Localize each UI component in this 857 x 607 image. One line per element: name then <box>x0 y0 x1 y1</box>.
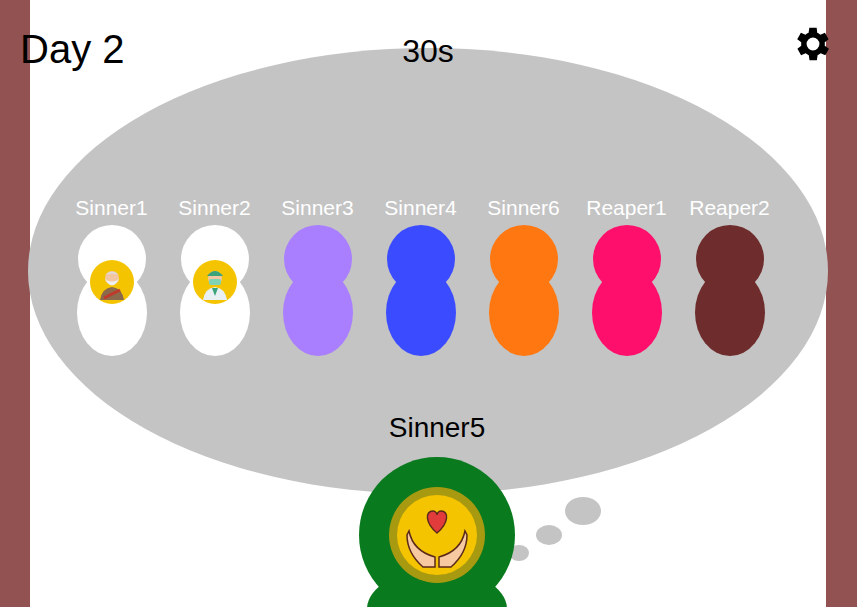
player-name: Sinner6 <box>487 196 559 220</box>
game-screen: Day 2 30s Sinner1 Sinner2 Sinner3 Sinner… <box>0 0 857 607</box>
self-name: Sinner5 <box>337 412 537 444</box>
player-head <box>490 225 558 293</box>
thought-bubble <box>536 525 562 545</box>
player-figure <box>592 225 662 356</box>
timer: 30s <box>378 33 478 69</box>
player[interactable]: Sinner1 <box>60 196 163 356</box>
player-name: Sinner1 <box>75 196 147 220</box>
player[interactable]: Reaper2 <box>678 196 781 356</box>
left-border <box>0 0 30 607</box>
player[interactable]: Sinner3 <box>266 196 369 356</box>
player-figure <box>489 225 559 356</box>
gear-icon[interactable] <box>791 22 835 66</box>
player-name: Sinner2 <box>178 196 250 220</box>
player[interactable]: Sinner6 <box>472 196 575 356</box>
player-figure <box>180 225 250 356</box>
player-row: Sinner1 Sinner2 Sinner3 Sinner4 Sinner6 … <box>60 196 781 356</box>
player[interactable]: Sinner2 <box>163 196 266 356</box>
player-name: Reaper1 <box>586 196 667 220</box>
player[interactable]: Reaper1 <box>575 196 678 356</box>
player-figure <box>77 225 147 356</box>
thought-bubble <box>565 497 601 525</box>
player-head <box>284 225 352 293</box>
player-name: Sinner4 <box>384 196 456 220</box>
monk-icon <box>90 260 134 304</box>
player-name: Reaper2 <box>689 196 770 220</box>
player-figure <box>386 225 456 356</box>
player[interactable]: Sinner4 <box>369 196 472 356</box>
player-name: Sinner3 <box>281 196 353 220</box>
day-label: Day 2 <box>20 26 125 72</box>
self-figure[interactable] <box>359 457 515 607</box>
heart-hands-icon <box>389 487 485 583</box>
player-figure <box>695 225 765 356</box>
player-head <box>593 225 661 293</box>
player-head <box>696 225 764 293</box>
player-head <box>387 225 455 293</box>
right-border <box>826 0 857 607</box>
doctor-icon <box>193 260 237 304</box>
player-figure <box>283 225 353 356</box>
